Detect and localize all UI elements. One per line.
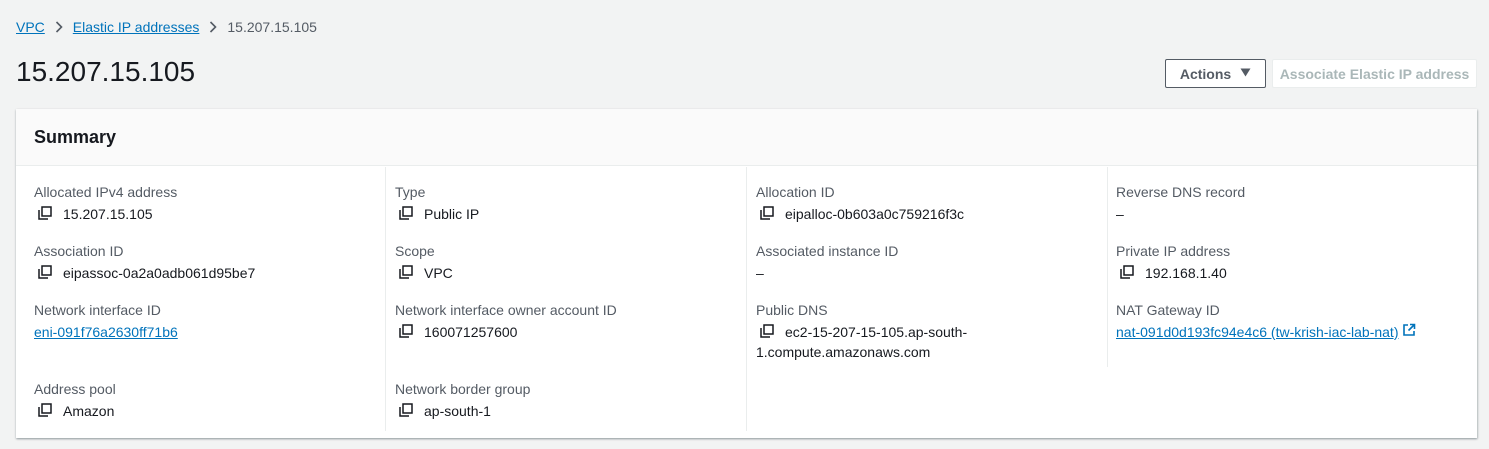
copy-icon[interactable]	[38, 205, 56, 223]
associated-instance-field: Associated instance ID –	[756, 242, 898, 283]
summary-column-2: Type Public IP Scope VPC Network interfa…	[386, 167, 747, 431]
chevron-right-icon	[209, 21, 218, 33]
breadcrumb: VPC Elastic IP addresses 15.207.15.105	[16, 18, 317, 36]
field-label: Network interface ID	[34, 302, 161, 318]
page-title: 15.207.15.105	[16, 56, 196, 87]
nat-gateway-field: NAT Gateway ID nat-091d0d193fc94e4c6 (tw…	[1116, 301, 1416, 342]
field-value-continued: 1.compute.amazonaws.com	[756, 344, 931, 360]
associate-elastic-ip-button[interactable]: Associate Elastic IP address	[1272, 59, 1477, 88]
scope-field: Scope VPC	[395, 242, 453, 283]
summary-column-3: Allocation ID eipalloc-0b603a0c759216f3c…	[747, 167, 1108, 367]
nat-gateway-link[interactable]: nat-091d0d193fc94e4c6 (tw-krish-iac-lab-…	[1116, 322, 1398, 342]
field-label: Address pool	[34, 381, 116, 397]
field-label: Network border group	[395, 381, 531, 397]
copy-icon[interactable]	[399, 402, 417, 420]
copy-icon[interactable]	[399, 323, 417, 341]
field-value: Public IP	[424, 206, 480, 222]
copy-icon[interactable]	[760, 323, 778, 341]
network-interface-link[interactable]: eni-091f76a2630ff71b6	[34, 322, 178, 342]
field-label: Public DNS	[756, 302, 828, 318]
address-pool-field: Address pool Amazon	[34, 380, 116, 421]
private-ip-field: Private IP address 192.168.1.40	[1116, 242, 1230, 283]
summary-column-4: Reverse DNS record – Private IP address …	[1108, 167, 1477, 431]
field-label: Allocation ID	[756, 184, 835, 200]
copy-icon[interactable]	[760, 205, 778, 223]
chevron-right-icon	[55, 21, 63, 33]
field-label: Association ID	[34, 243, 124, 259]
summary-header: Summary	[16, 109, 1477, 166]
actions-button-label: Actions	[1179, 65, 1232, 82]
field-label: NAT Gateway ID	[1116, 302, 1220, 318]
field-label: Private IP address	[1116, 243, 1231, 259]
allocated-ipv4-field: Allocated IPv4 address 15.207.15.105	[34, 183, 177, 224]
field-value: Amazon	[63, 403, 115, 419]
field-value: eipalloc-0b603a0c759216f3c	[785, 206, 965, 222]
field-value: VPC	[424, 265, 453, 281]
network-interface-field: Network interface ID eni-091f76a2630ff71…	[34, 301, 178, 342]
allocation-id-field: Allocation ID eipalloc-0b603a0c759216f3c	[756, 183, 964, 224]
association-id-field: Association ID eipassoc-0a2a0adb061d95be…	[34, 242, 255, 283]
field-value: ap-south-1	[424, 403, 491, 419]
copy-icon[interactable]	[38, 264, 56, 282]
caret-down-icon	[1240, 68, 1251, 80]
field-label: Allocated IPv4 address	[34, 184, 178, 200]
ni-owner-field: Network interface owner account ID 16007…	[395, 301, 617, 342]
copy-icon[interactable]	[38, 402, 56, 420]
copy-icon[interactable]	[1120, 264, 1138, 282]
reverse-dns-field: Reverse DNS record –	[1116, 183, 1245, 224]
field-value: ec2-15-207-15-105.ap-south-	[785, 324, 968, 340]
field-label: Associated instance ID	[756, 243, 899, 259]
field-value: 160071257600	[424, 324, 518, 340]
summary-panel: Summary Allocated IPv4 address 15.207.15…	[16, 109, 1477, 438]
field-label: Type	[395, 184, 426, 200]
external-link-icon[interactable]	[1402, 322, 1416, 342]
field-value: eipassoc-0a2a0adb061d95be7	[63, 265, 256, 281]
field-label: Network interface owner account ID	[395, 302, 617, 318]
breadcrumb-current: 15.207.15.105	[227, 19, 317, 35]
field-value: 192.168.1.40	[1145, 265, 1227, 281]
field-value: 15.207.15.105	[63, 206, 153, 222]
actions-button[interactable]: Actions	[1165, 59, 1266, 88]
public-dns-field: Public DNS ec2-15-207-15-105.ap-south- 1…	[756, 301, 1096, 362]
field-value: –	[1116, 206, 1124, 222]
field-label: Reverse DNS record	[1116, 184, 1246, 200]
copy-icon[interactable]	[399, 264, 417, 282]
breadcrumb-elastic-ip-link[interactable]: Elastic IP addresses	[73, 19, 200, 35]
summary-title: Summary	[34, 126, 117, 147]
border-group-field: Network border group ap-south-1	[395, 380, 530, 421]
field-value: –	[756, 265, 764, 281]
breadcrumb-vpc-link[interactable]: VPC	[16, 19, 45, 35]
field-label: Scope	[395, 243, 435, 259]
copy-icon[interactable]	[399, 205, 417, 223]
summary-column-1: Allocated IPv4 address 15.207.15.105 Ass…	[16, 167, 386, 431]
type-field: Type Public IP	[395, 183, 479, 224]
